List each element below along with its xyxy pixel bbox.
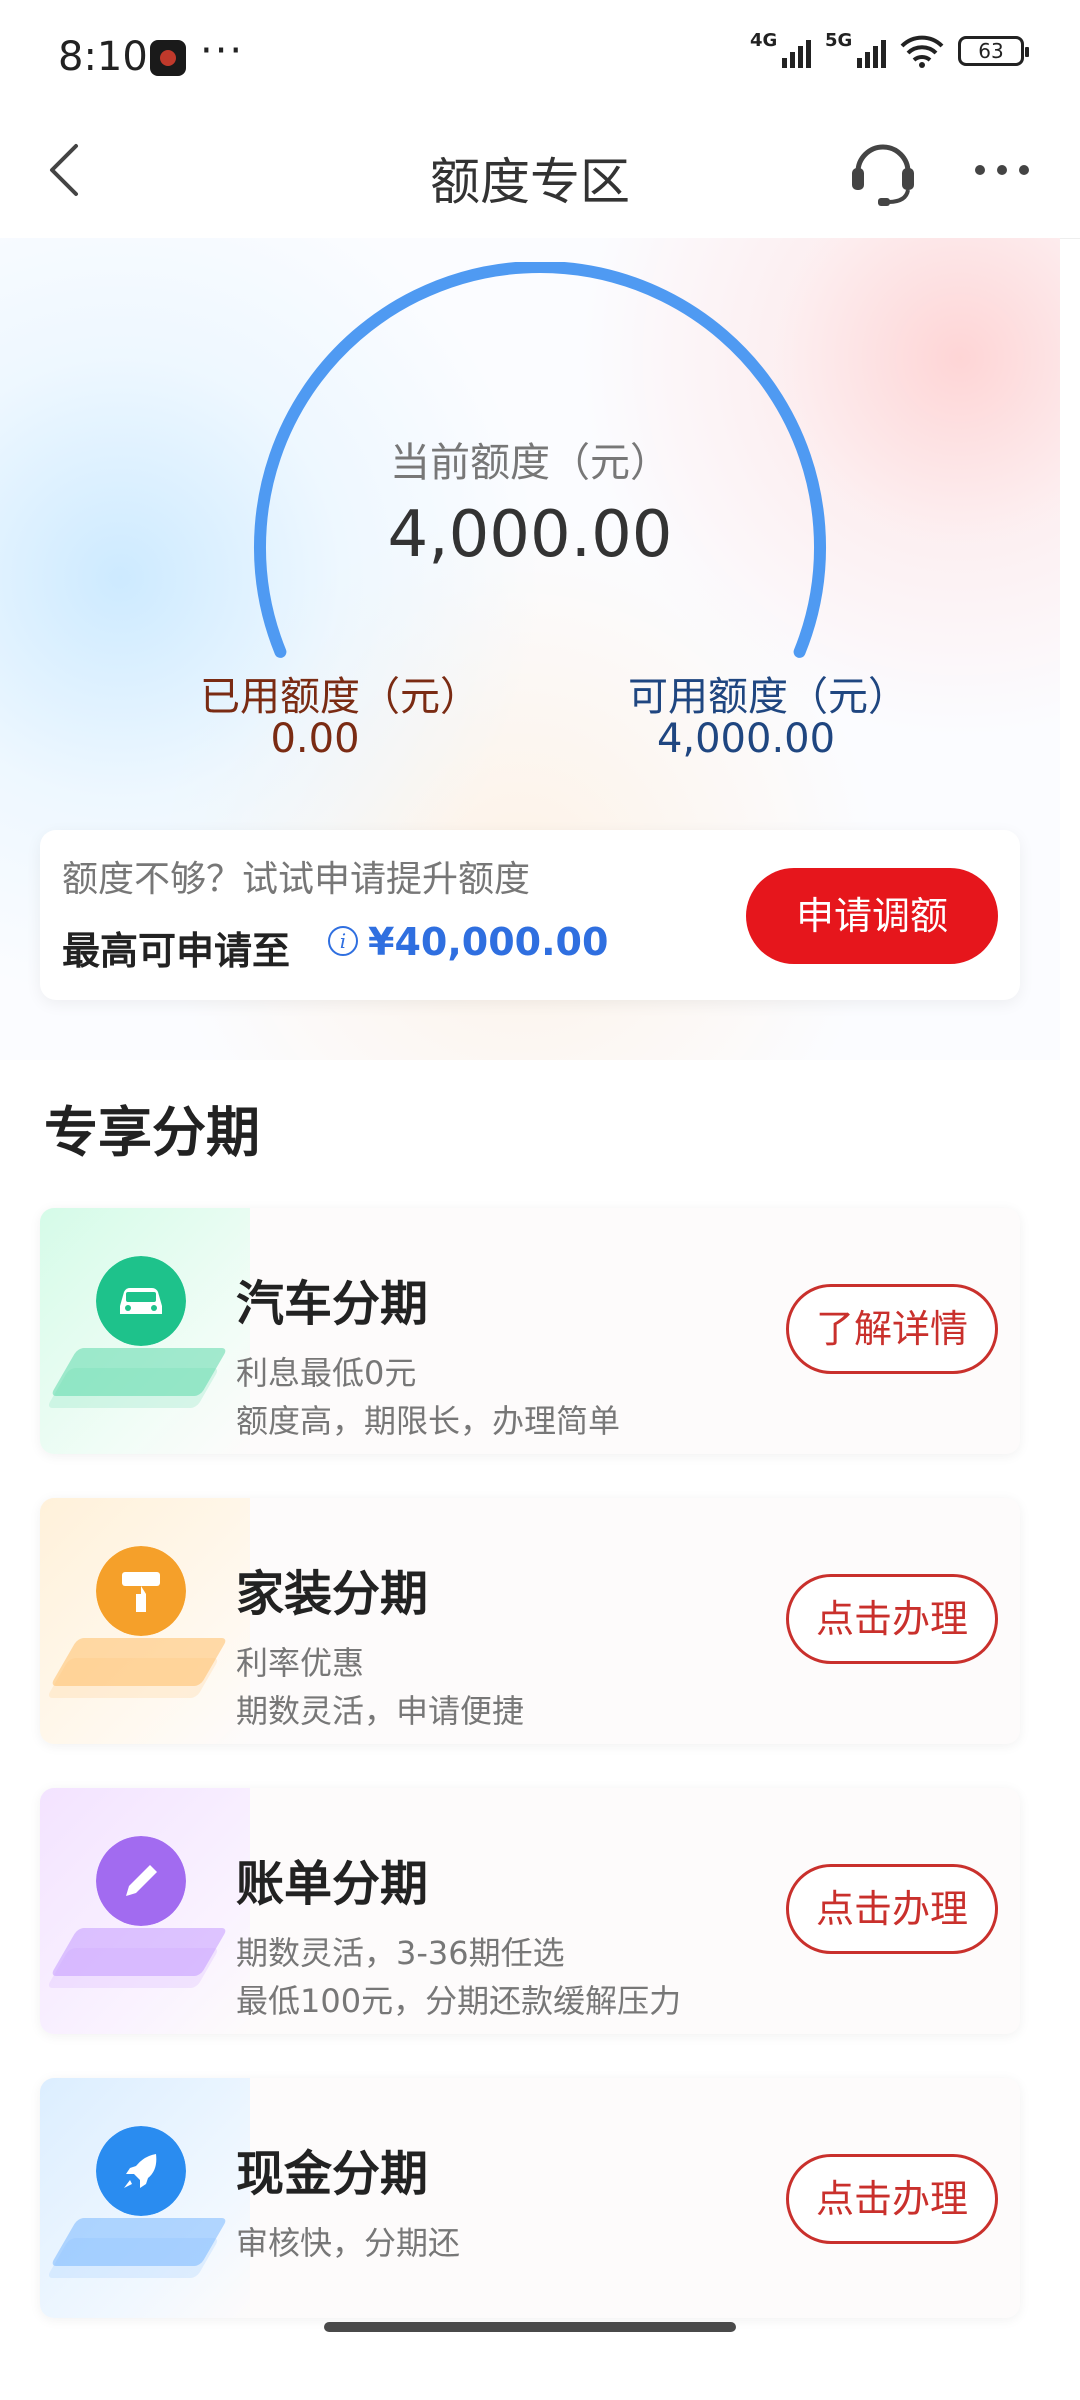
- installment-title: 汽车分期: [236, 1276, 429, 1332]
- paint-roller-icon: [96, 1546, 186, 1636]
- more-icon[interactable]: [972, 162, 1032, 178]
- more-notifications-icon: ···: [200, 28, 245, 74]
- installment-desc-1: 期数灵活，3-36期任选: [236, 1934, 565, 1972]
- rocket-icon: [96, 2126, 186, 2216]
- battery-icon: 63: [958, 36, 1029, 66]
- car-icon: [96, 1256, 186, 1346]
- apply-now-button[interactable]: 点击办理: [786, 1574, 998, 1664]
- info-icon[interactable]: i: [328, 926, 358, 956]
- max-apply-amount: ¥40,000.00: [368, 920, 609, 964]
- app-notification-icon: [150, 40, 186, 76]
- pencil-icon: [96, 1836, 186, 1926]
- installment-card-car[interactable]: 汽车分期 利息最低0元 额度高，期限长，办理简单 了解详情: [40, 1208, 1020, 1454]
- installment-desc-1: 利息最低0元: [236, 1354, 417, 1392]
- installment-title: 现金分期: [236, 2146, 429, 2202]
- raise-quota-card: 额度不够？试试申请提升额度 最高可申请至 i ¥40,000.00 申请调额: [40, 830, 1020, 1000]
- used-quota-label: 已用额度（元）: [200, 674, 480, 720]
- current-quota-label: 当前额度（元）: [390, 440, 670, 486]
- section-title: 专享分期: [44, 1101, 260, 1164]
- max-apply-label: 最高可申请至: [62, 929, 291, 973]
- status-bar: 8:10 ··· 4G 5G 63: [0, 0, 1080, 120]
- wifi-icon: [900, 35, 944, 68]
- raise-tip: 额度不够？试试申请提升额度: [62, 859, 531, 900]
- current-quota-value: 4,000.00: [387, 498, 673, 572]
- installment-desc-1: 审核快，分期还: [236, 2224, 461, 2262]
- available-quota-label: 可用额度（元）: [628, 674, 908, 720]
- installment-desc-2: 最低100元，分期还款缓解压力: [236, 1982, 682, 2020]
- installment-title: 家装分期: [236, 1566, 429, 1622]
- used-quota-value: 0.00: [270, 716, 360, 762]
- available-quota-value: 4,000.00: [656, 716, 836, 762]
- installment-desc-1: 利率优惠: [236, 1644, 365, 1682]
- installment-desc-2: 期数灵活，申请便捷: [236, 1692, 525, 1730]
- signal-4g-icon: 4G: [750, 30, 811, 68]
- home-indicator[interactable]: [324, 2322, 736, 2332]
- installment-card-cash[interactable]: 现金分期 审核快，分期还 点击办理: [40, 2078, 1020, 2318]
- installment-card-bill[interactable]: 账单分期 期数灵活，3-36期任选 最低100元，分期还款缓解压力 点击办理: [40, 1788, 1020, 2034]
- status-time: 8:10: [58, 34, 148, 80]
- apply-adjust-button[interactable]: 申请调额: [746, 868, 998, 964]
- apply-now-button[interactable]: 点击办理: [786, 2154, 998, 2244]
- customer-service-icon[interactable]: [848, 134, 918, 210]
- installment-card-home[interactable]: 家装分期 利率优惠 期数灵活，申请便捷 点击办理: [40, 1498, 1020, 1744]
- installment-desc-2: 额度高，期限长，办理简单: [236, 1402, 621, 1440]
- learn-more-button[interactable]: 了解详情: [786, 1284, 998, 1374]
- signal-5g-icon: 5G: [825, 30, 886, 68]
- apply-now-button[interactable]: 点击办理: [786, 1864, 998, 1954]
- installment-title: 账单分期: [236, 1856, 429, 1912]
